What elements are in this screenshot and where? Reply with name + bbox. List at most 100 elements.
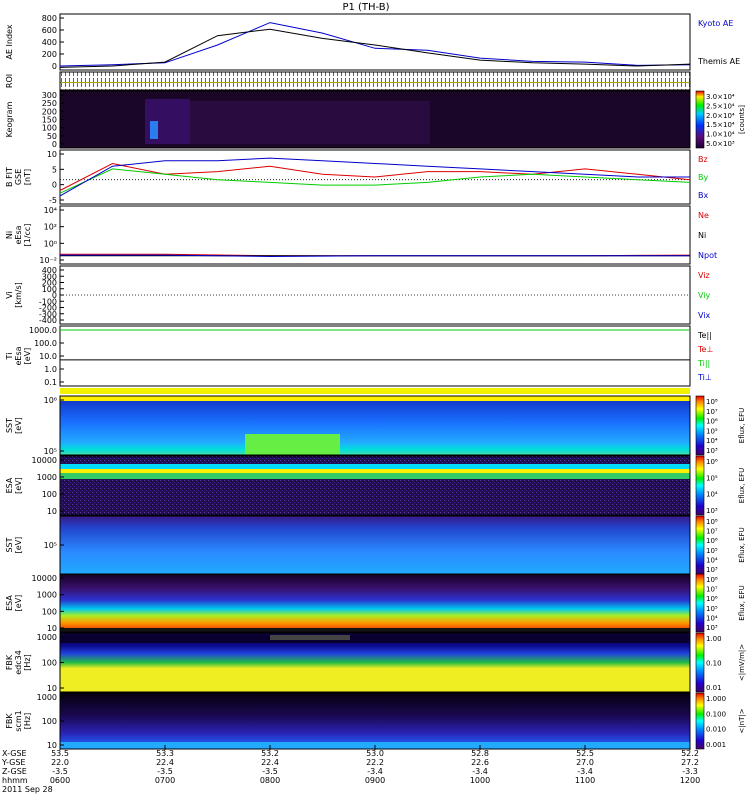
- esa-elec-ytick-label: 10000: [32, 574, 57, 583]
- sst-ion-colorbar: 10⁸ 10⁷ 10⁶10⁵ 10⁴ 10³ Eflux, EFU: [695, 395, 746, 456]
- temperature-legend-ti⊥: Ti⊥: [697, 373, 712, 382]
- b-fit-ylabel: B FIT: [5, 167, 14, 187]
- panel-velocity: 4003002001000-100-200-300-400Vi [km/s]Viz…: [5, 265, 711, 325]
- esa-elec-ylabel: [eV]: [14, 595, 23, 612]
- panel-sst-ion: 10⁶ 10⁵ SST [eV]: [5, 395, 691, 456]
- keogram-colorbar: 3.0×10⁴2.5×10⁴ 2.0×10⁴1.5×10⁴ 1.0×10⁴5.0×1…: [695, 90, 746, 149]
- fbk-scm-colorbar-scale: [695, 692, 705, 750]
- xaxis-y-value: 27.2: [681, 758, 699, 767]
- b-fit-ylabel: GSE: [14, 169, 23, 185]
- temperature-legend-te⊥: Te⊥: [697, 345, 713, 354]
- sst-ion-ylabel: [eV]: [14, 417, 23, 434]
- density-ylabel: Ni: [5, 231, 14, 239]
- fbk-scm-ytick-label: 1000: [37, 693, 57, 702]
- xaxis-z-value: -3.4: [367, 767, 383, 776]
- xaxis-t-value: 1100: [575, 776, 595, 785]
- panel-keogram: 300250200150100500Keogram: [5, 90, 691, 149]
- fbk-edc34-burst: [270, 635, 350, 640]
- esa-ion-ylabel: ESA: [5, 477, 14, 493]
- sst-ion-enhancement: [245, 434, 340, 455]
- fbk-edc34-top-band: [60, 635, 690, 643]
- xaxis-x-value: 53.5: [51, 749, 69, 758]
- esa-ion-colorbar-tick: 10⁵: [706, 474, 718, 482]
- keogram-activity-band: [190, 101, 430, 144]
- xaxis-rowlabel: X-GSE: [2, 749, 27, 758]
- esa-ion-colorbar-tick: 10⁴: [706, 491, 718, 499]
- ae-index-legend-kyoto ae: Kyoto AE: [698, 19, 733, 28]
- velocity-ylabel: Vi: [5, 291, 14, 299]
- fbk-edc34-colorbar-tick: 1.00: [706, 635, 722, 643]
- temperature-ylabel: [eV]: [23, 348, 32, 365]
- sst-elec-background: [60, 516, 690, 574]
- sst-ion-colorbar-tick: 10³: [706, 447, 718, 455]
- esa-elec-background: [60, 574, 690, 632]
- sst-ion-ylabel: SST: [5, 418, 14, 433]
- density-ytick-label: 10⁻²: [39, 256, 57, 265]
- xaxis-rowlabel: Y-GSE: [1, 758, 25, 767]
- esa-elec-colorbar-scale: [695, 573, 705, 633]
- esa-ion-colorbar-tick: 10⁶: [706, 458, 718, 466]
- xaxis-x-value: 52.2: [681, 749, 699, 758]
- esa-elec-bottom-band: [60, 628, 690, 632]
- panel-density: 10⁴10²10⁰10⁻²Ni eEsa [1/cc]NeNiNpot: [5, 205, 717, 265]
- fbk-scm-colorbar-unit: <|nT|>: [738, 708, 746, 733]
- esa-ion-ytick-label: 1000: [37, 473, 57, 482]
- sst-elec-ylabel: SST: [5, 537, 14, 552]
- panel-temperature: 1000.0 100.0 10.0 1.0 0.1 Ti eEsa [eV] Te|| Te⊥ Ti…: [5, 325, 713, 387]
- keogram-colorbar-tick: 3.0×10⁴: [706, 93, 735, 101]
- keogram-colorbar-unit: [counts]: [738, 105, 746, 134]
- esa-elec-colorbar-tick: 10⁶: [706, 595, 718, 603]
- esa-ion-green-band: [60, 473, 690, 479]
- sst-ion-top-band: [60, 396, 690, 401]
- keogram-colorbar-tick: 2.0×10⁴: [706, 112, 735, 120]
- temperature-legend-te||: Te||: [697, 331, 712, 340]
- sst-ion-colorbar-tick: 10⁸: [706, 398, 718, 406]
- sst-ion-colorbar-unit: Eflux, EFU: [738, 408, 746, 443]
- xaxis-x-value: 53.0: [366, 749, 384, 758]
- xaxis-z-value: -3.5: [262, 767, 278, 776]
- temperature-ytick-label: 0.1: [44, 378, 57, 387]
- ae-index-ytick-label: 800: [42, 14, 57, 23]
- density-legend-ni: Ni: [698, 231, 706, 240]
- temperature-background: [60, 326, 690, 386]
- esa-elec-ylabel: ESA: [5, 595, 14, 611]
- ae-index-background: [60, 14, 690, 70]
- sst-elec-colorbar-tick: 10⁵: [706, 547, 718, 555]
- fbk-edc34-ytick-label: 1000: [37, 633, 57, 642]
- temperature-ytick-label: 100.0: [34, 339, 57, 348]
- xaxis-z-value: -3.5: [157, 767, 173, 776]
- keogram-bright-spot: [150, 121, 158, 139]
- panel-esa-ion: 10000 1000 100 10 ESA [eV]: [5, 455, 691, 516]
- xaxis-x-value: 52.8: [471, 749, 489, 758]
- density-legend-ne: Ne: [698, 211, 709, 220]
- sst-elec-colorbar-tick: 10³: [706, 566, 718, 574]
- xaxis-z-value: -3.4: [472, 767, 488, 776]
- panel-ae-index: 800 600 400 200 0 AE Index Kyoto AE Themis AE: [5, 13, 740, 71]
- xaxis-z-value: -3.4: [577, 767, 593, 776]
- fbk-edc34-ylabel: FBK: [5, 654, 14, 670]
- esa-elec-ytick-label: 10: [47, 624, 57, 633]
- esa-ion-ytick-label: 10000: [32, 456, 57, 465]
- density-ytick-label: 10⁰: [44, 239, 57, 248]
- sst-ion-ytick-label: 10⁵: [44, 447, 57, 456]
- xaxis-x-value: 53.3: [156, 749, 174, 758]
- fbk-edc34-ylabel: edc34: [14, 650, 23, 675]
- temperature-ytick-label: 10.0: [39, 352, 57, 361]
- sst-elec-colorbar-unit: Eflux, EFU: [738, 527, 746, 562]
- fbk-edc34-ytick-label: 100: [42, 659, 57, 668]
- b-fit-ylabel: [nT]: [23, 169, 32, 185]
- fbk-edc34-ytick-label: 10: [47, 684, 57, 693]
- fbk-scm-colorbar-tick: 1.000: [706, 695, 726, 703]
- panel-sst-elec: 10⁵ SST [eV]: [5, 515, 691, 575]
- keogram-ylabel: Keogram: [5, 101, 14, 137]
- density-ytick-label: 10²: [44, 223, 57, 232]
- fbk-scm-ylabel: [Hz]: [23, 713, 32, 729]
- xaxis-t-value: 1000: [470, 776, 490, 785]
- density-legend-npot: Npot: [698, 251, 717, 260]
- b-fit-legend-bx: Bx: [698, 191, 708, 200]
- keogram-ytick-label: 0: [52, 140, 57, 149]
- fbk-edc34-ylabel: [Hz]: [23, 654, 32, 670]
- density-ytick-label: 10⁴: [44, 206, 57, 215]
- sst-ion-colorbar-tick: 10⁷: [706, 408, 718, 416]
- fbk-edc34-colorbar-tick: 0.01: [706, 684, 722, 692]
